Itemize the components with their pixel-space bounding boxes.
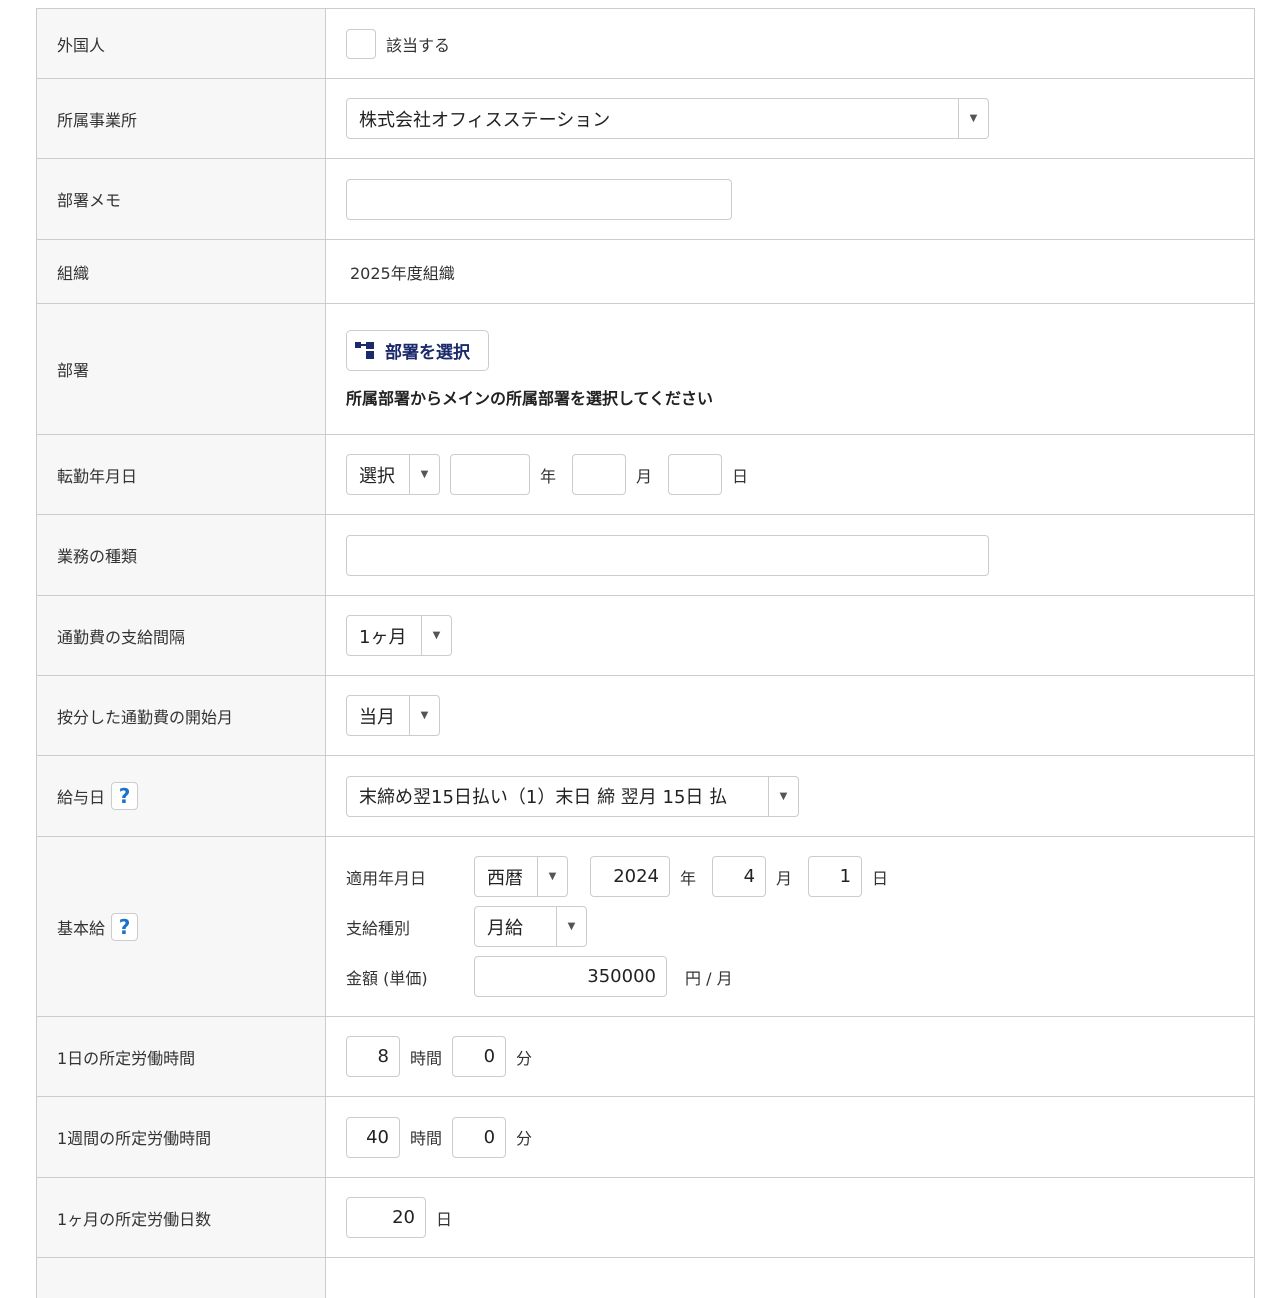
row-dept-memo: 部署メモ (37, 159, 1254, 240)
label: 転勤年月日 (37, 435, 326, 514)
commute-start-select[interactable]: 当月 ▼ (346, 695, 440, 736)
days-input[interactable]: 20 (346, 1197, 426, 1238)
row-payday: 給与日? 末締め翌15日払い（1）末日 締 翌月 15日 払 ▼ (37, 756, 1254, 837)
unit: 年 (540, 466, 557, 486)
row-transfer-date: 転勤年月日 選択 ▼ 年 月 日 (37, 435, 1254, 515)
dept-memo-input[interactable] (346, 178, 732, 220)
label: 基本給 (57, 918, 106, 938)
office-select[interactable]: 株式会社オフィスステーション ▼ (346, 98, 989, 139)
dept-note: 所属部署からメインの所属部署を選択してください (346, 388, 714, 408)
chevron-down-icon: ▼ (409, 696, 439, 735)
label: 所属事業所 (37, 79, 326, 158)
label: 1週間の所定労働時間 (37, 1097, 326, 1177)
row-base-salary: 基本給? 適用年月日 西暦 ▼ 2024 年 4月 1日 支給種別 月給 ▼ 金額 (… (37, 837, 1254, 1017)
row-monthly-days: 1ヶ月の所定労働日数 20 日 (37, 1178, 1254, 1258)
day-input[interactable] (668, 454, 723, 495)
era-select[interactable]: 西暦 ▼ (474, 856, 568, 897)
chevron-down-icon: ▼ (409, 455, 439, 494)
sub-label: 適用年月日 (346, 868, 427, 888)
org-tree-icon (355, 341, 375, 359)
amount-input[interactable]: 350000 (474, 956, 667, 997)
minutes-input[interactable]: 0 (452, 1116, 507, 1158)
payday-select[interactable]: 末締め翌15日払い（1）末日 締 翌月 15日 払 ▼ (346, 775, 799, 817)
unit: 円 / 月 (685, 968, 733, 988)
label: 業務の種類 (37, 515, 326, 595)
checkbox-label[interactable]: 該当する (386, 32, 450, 56)
unit: 時間 (410, 1048, 443, 1068)
selected-value: 1ヶ月 (359, 626, 407, 648)
row-weekly-hours: 1週間の所定労働時間 40 時間 0 分 (37, 1097, 1254, 1178)
year-input[interactable]: 2024 (590, 856, 670, 897)
row-commute-interval: 通勤費の支給間隔 1ヶ月 ▼ (37, 596, 1254, 676)
label: 給与日 (57, 788, 106, 807)
row-foreigner: 外国人 該当する (37, 9, 1254, 79)
unit: 時間 (410, 1129, 443, 1148)
selected-value: 末締め翌15日払い（1）末日 締 翌月 15日 払 (359, 787, 728, 808)
label: 組織 (37, 240, 326, 303)
label: 1日の所定労働時間 (37, 1017, 326, 1096)
job-type-input[interactable] (346, 534, 989, 576)
commute-interval-select[interactable]: 1ヶ月 ▼ (346, 615, 452, 656)
unit: 日 (436, 1209, 453, 1229)
unit: 月 (776, 868, 793, 888)
label: 通勤費の支給間隔 (37, 596, 326, 675)
row-commute-start: 按分した通勤費の開始月 当月 ▼ (37, 676, 1254, 756)
unit: 月 (636, 466, 653, 486)
chevron-down-icon: ▼ (958, 99, 988, 138)
employee-form: 外国人 該当する 所属事業所 株式会社オフィスステーション ▼ 部署メモ 組織 2… (36, 8, 1255, 1298)
hours-input[interactable]: 8 (346, 1036, 400, 1077)
row-dept: 部署 部署を選択 所属部署からメインの所属部署を選択してください (37, 304, 1254, 435)
row-job-type: 業務の種類 (37, 515, 1254, 596)
label: 外国人 (37, 9, 326, 78)
sub-label: 金額 (単価) (346, 968, 428, 988)
unit: 日 (732, 466, 749, 486)
selected-value: 西暦 (487, 867, 523, 889)
pay-type-select[interactable]: 月給 ▼ (474, 906, 587, 947)
era-select[interactable]: 選択 ▼ (346, 454, 440, 495)
row-daily-hours: 1日の所定労働時間 8 時間 0 分 (37, 1017, 1254, 1097)
label: 部署メモ (37, 159, 326, 239)
unit: 日 (872, 868, 889, 888)
label: 部署 (37, 304, 326, 434)
chevron-down-icon: ▼ (768, 776, 798, 816)
help-icon[interactable]: ? (111, 782, 139, 810)
month-input[interactable]: 4 (712, 856, 767, 897)
org-value: 2025年度組織 (350, 263, 455, 283)
unit: 分 (516, 1129, 533, 1148)
selected-value: 当月 (359, 706, 395, 728)
foreigner-checkbox[interactable] (346, 28, 376, 59)
chevron-down-icon: ▼ (537, 857, 567, 896)
row-org: 組織 2025年度組織 (37, 240, 1254, 304)
button-label: 部署を選択 (385, 342, 470, 363)
month-input[interactable] (572, 454, 627, 495)
hours-input[interactable]: 40 (346, 1116, 400, 1158)
row-next (37, 1258, 1254, 1298)
label: 1ヶ月の所定労働日数 (37, 1178, 326, 1257)
select-dept-button[interactable]: 部署を選択 (346, 329, 489, 371)
unit: 年 (680, 868, 697, 888)
chevron-down-icon: ▼ (556, 907, 586, 946)
year-input[interactable] (450, 454, 530, 495)
unit: 分 (516, 1048, 533, 1068)
day-input[interactable]: 1 (808, 856, 863, 897)
minutes-input[interactable]: 0 (452, 1036, 507, 1077)
selected-value: 月給 (487, 917, 523, 939)
selected-value: 選択 (359, 465, 395, 487)
row-office: 所属事業所 株式会社オフィスステーション ▼ (37, 79, 1254, 159)
sub-label: 支給種別 (346, 918, 411, 938)
help-icon[interactable]: ? (111, 912, 139, 941)
chevron-down-icon: ▼ (421, 616, 451, 655)
label: 按分した通勤費の開始月 (37, 676, 326, 755)
selected-value: 株式会社オフィスステーション (359, 109, 611, 131)
